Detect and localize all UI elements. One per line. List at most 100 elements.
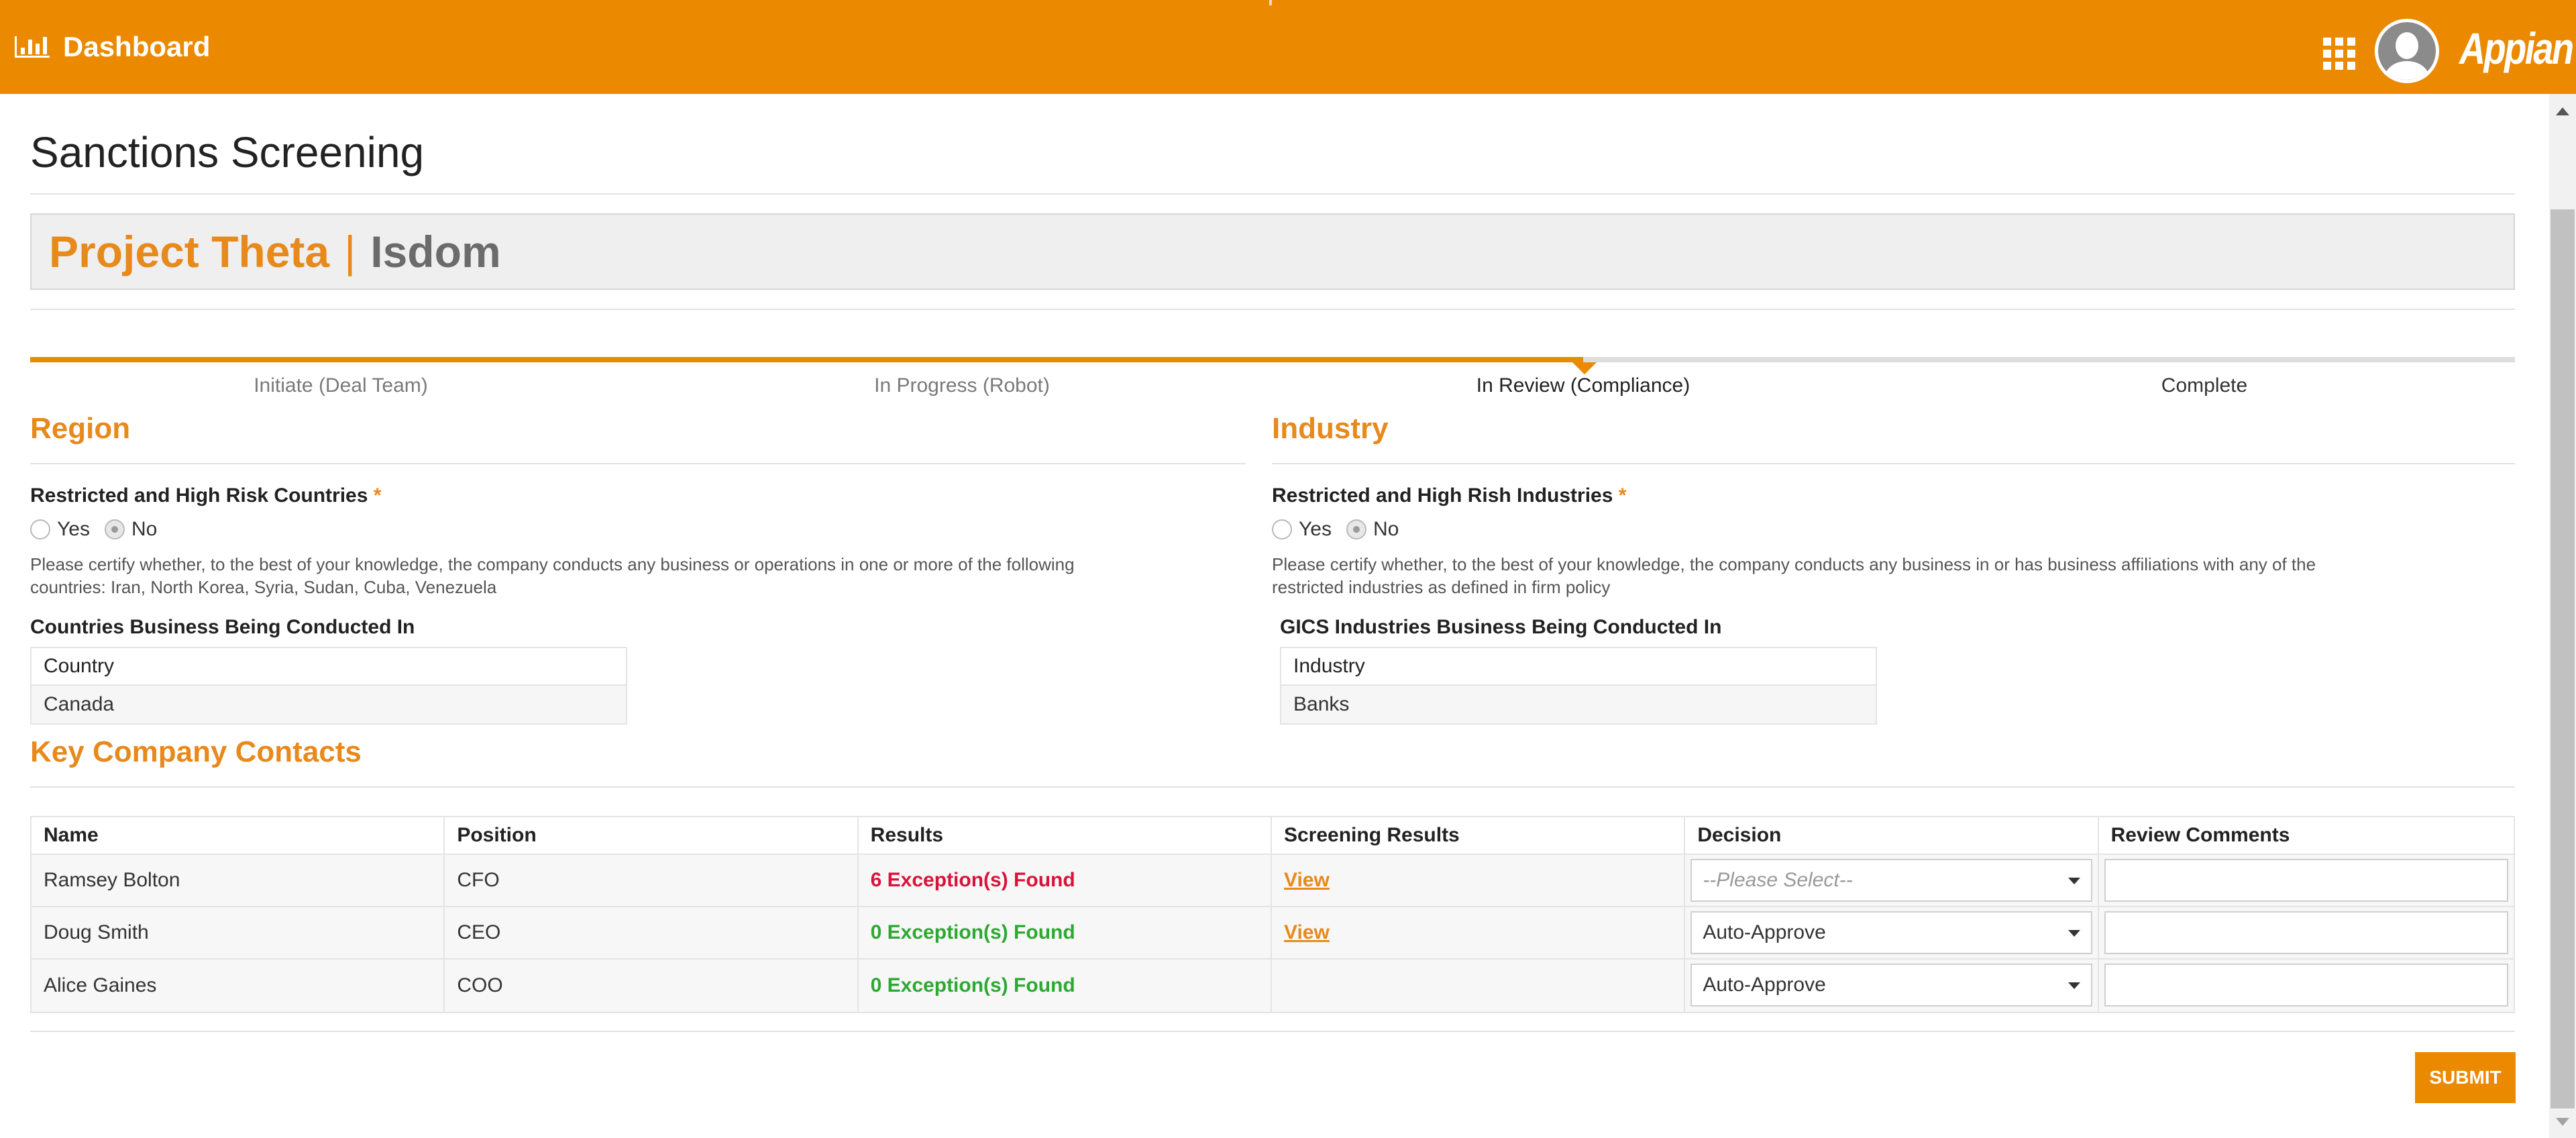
- industry-question-label: Restricted and High Rish Industries *: [1272, 484, 1626, 507]
- screening-results-cell: View: [1272, 855, 1686, 906]
- review-comment-input[interactable]: [2104, 964, 2508, 1006]
- industries-table-title: GICS Industries Business Being Conducted…: [1280, 616, 1722, 638]
- review-comments-cell: [2099, 855, 2514, 906]
- industries-table-row: Banks: [1281, 686, 1876, 723]
- industry-no-radio[interactable]: No: [1346, 518, 1399, 541]
- view-screening-link[interactable]: View: [1284, 869, 1330, 892]
- dashboard-nav-link[interactable]: Dashboard: [15, 0, 210, 94]
- current-step-marker-icon: [1572, 362, 1597, 374]
- contact-position: CEO: [445, 907, 859, 958]
- company-name: Isdom: [370, 227, 501, 276]
- industry-question-text: Restricted and High Rish Industries: [1272, 484, 1613, 507]
- review-comment-input[interactable]: [2104, 859, 2508, 902]
- exceptions-status: 0 Exception(s) Found: [870, 974, 1075, 996]
- radio-circle[interactable]: [1272, 519, 1292, 539]
- chevron-down-icon: [2068, 930, 2080, 937]
- project-name: Project Theta: [49, 227, 330, 276]
- review-comments-cell: [2099, 960, 2514, 1012]
- decision-dropdown[interactable]: --Please Select--: [1690, 859, 2092, 902]
- countries-table-title: Countries Business Being Conducted In: [30, 616, 415, 638]
- industry-yes-radio[interactable]: Yes: [1272, 518, 1332, 541]
- submit-button[interactable]: SUBMIT: [2415, 1052, 2516, 1103]
- countries-table-row: Canada: [32, 686, 626, 723]
- column-header-position: Position: [445, 817, 859, 854]
- radio-label: No: [1373, 518, 1399, 540]
- radio-circle[interactable]: [30, 519, 50, 539]
- contact-position: CFO: [445, 855, 859, 906]
- apps-grid-icon[interactable]: [2323, 38, 2355, 70]
- decision-dropdown[interactable]: Auto-Approve: [1690, 911, 2092, 954]
- bar-chart-icon: [15, 36, 50, 58]
- user-avatar[interactable]: [2375, 19, 2439, 83]
- countries-table-header: Country: [32, 648, 626, 686]
- page-scrollbar[interactable]: [2549, 94, 2576, 1138]
- page-title: Sanctions Screening: [30, 128, 425, 176]
- contact-name: Alice Gaines: [32, 960, 445, 1012]
- review-comments-cell: [2099, 907, 2514, 958]
- step-in-progress: In Progress (Robot): [874, 374, 1050, 397]
- screening-results-cell: View: [1272, 907, 1686, 958]
- project-banner: Project Theta | Isdom: [30, 213, 2515, 290]
- radio-label: No: [131, 518, 158, 540]
- radio-label: Yes: [1299, 518, 1332, 540]
- required-mark: *: [1618, 484, 1627, 507]
- step-in-review: In Review (Compliance): [1476, 374, 1690, 397]
- table-row: Alice Gaines COO 0 Exception(s) Found Au…: [32, 960, 2514, 1012]
- exceptions-status: 6 Exception(s) Found: [870, 869, 1075, 891]
- exceptions-status: 0 Exception(s) Found: [870, 921, 1075, 943]
- table-row: Doug Smith CEO 0 Exception(s) Found View…: [32, 907, 2514, 960]
- screening-results-cell: [1272, 960, 1686, 1012]
- contact-results-cell: 0 Exception(s) Found: [859, 907, 1272, 958]
- progress-bar-fill: [30, 357, 1583, 362]
- step-initiate: Initiate (Deal Team): [254, 374, 428, 397]
- industry-radio-group: Yes No: [1272, 518, 1413, 541]
- dashboard-label: Dashboard: [63, 31, 211, 62]
- countries-table: Country Canada: [30, 647, 627, 725]
- chevron-down-icon: [2068, 878, 2080, 884]
- scroll-down-icon[interactable]: [2556, 1118, 2569, 1126]
- contact-results-cell: 0 Exception(s) Found: [859, 960, 1272, 1012]
- radio-circle-selected[interactable]: [1346, 519, 1366, 539]
- top-navigation-bar: Dashboard Appian: [0, 0, 2576, 94]
- table-row: Ramsey Bolton CFO 6 Exception(s) Found V…: [32, 855, 2514, 907]
- column-header-name: Name: [32, 817, 445, 854]
- decision-value: Auto-Approve: [1703, 921, 1826, 943]
- step-complete: Complete: [2161, 374, 2248, 397]
- column-header-screening-results: Screening Results: [1272, 817, 1686, 854]
- scrollbar-thumb[interactable]: [2551, 209, 2575, 1108]
- region-yes-radio[interactable]: Yes: [30, 518, 90, 541]
- decision-value: --Please Select--: [1703, 869, 1853, 891]
- contact-name: Ramsey Bolton: [32, 855, 445, 906]
- progress-bar: [30, 357, 2515, 362]
- region-section-title: Region: [30, 412, 131, 445]
- industry-divider: [1272, 463, 2515, 464]
- industry-help-text: Please certify whether, to the best of y…: [1272, 554, 2316, 597]
- decision-dropdown[interactable]: Auto-Approve: [1690, 964, 2092, 1006]
- industries-table-header: Industry: [1281, 648, 1876, 686]
- region-no-radio[interactable]: No: [104, 518, 158, 541]
- contact-results-cell: 6 Exception(s) Found: [859, 855, 1272, 906]
- decision-cell: Auto-Approve: [1685, 907, 2099, 958]
- project-separator: |: [344, 227, 356, 276]
- industry-section-title: Industry: [1272, 412, 1389, 445]
- contacts-section-title: Key Company Contacts: [30, 735, 362, 768]
- region-help-text: Please certify whether, to the best of y…: [30, 554, 1075, 597]
- project-divider: [30, 309, 2515, 310]
- chevron-down-icon: [2068, 982, 2080, 989]
- decision-cell: --Please Select--: [1685, 855, 2099, 906]
- contacts-bottom-divider: [30, 1031, 2515, 1032]
- column-header-results: Results: [859, 817, 1272, 854]
- region-radio-group: Yes No: [30, 518, 172, 541]
- contact-name: Doug Smith: [32, 907, 445, 958]
- contacts-table: Name Position Results Screening Results …: [30, 816, 2515, 1013]
- scroll-up-icon[interactable]: [2556, 107, 2569, 115]
- required-mark: *: [373, 484, 382, 507]
- review-comment-input[interactable]: [2104, 911, 2508, 954]
- contact-position: COO: [445, 960, 859, 1012]
- contacts-divider: [30, 786, 2515, 788]
- radio-circle-selected[interactable]: [104, 519, 125, 539]
- view-screening-link[interactable]: View: [1284, 921, 1330, 944]
- region-question-label: Restricted and High Risk Countries *: [30, 484, 381, 507]
- column-header-decision: Decision: [1685, 817, 2099, 854]
- appian-logo: Appian: [2459, 23, 2574, 73]
